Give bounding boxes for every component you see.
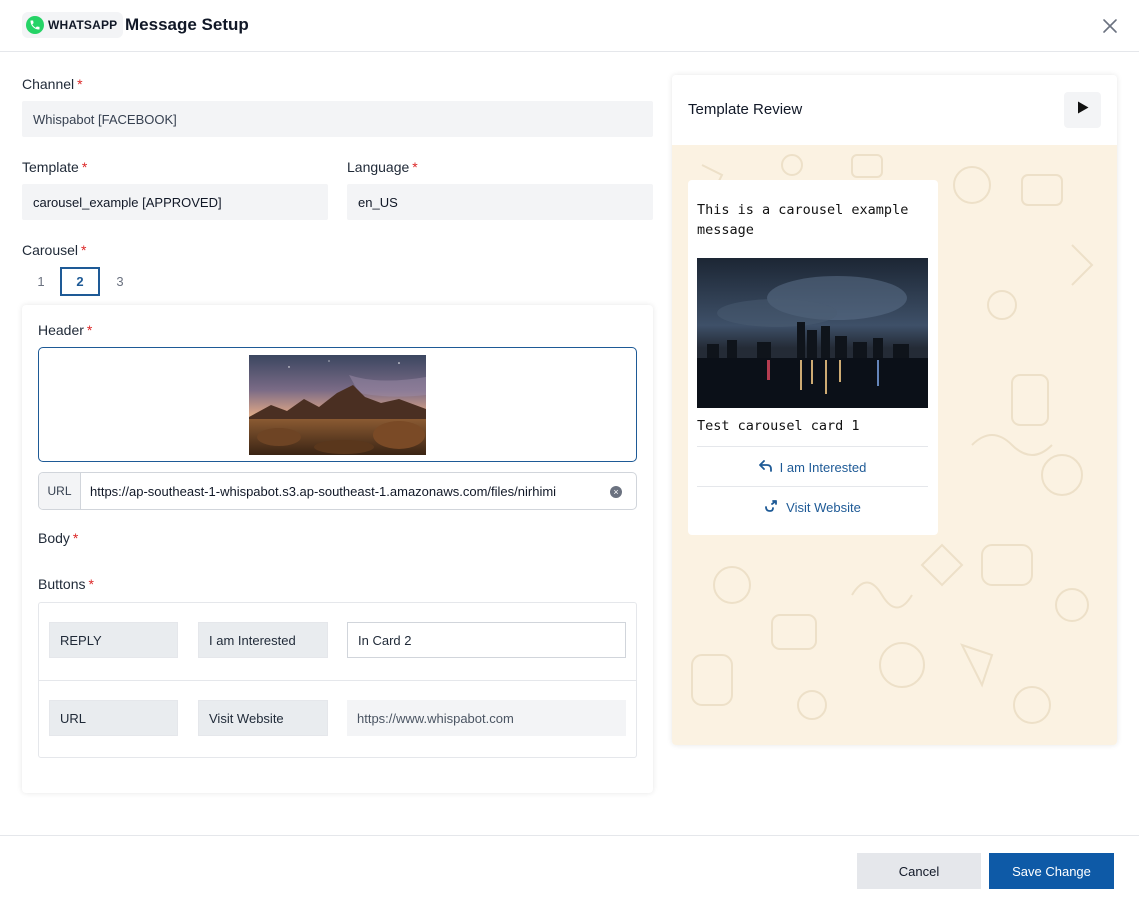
channel-label: Channel * xyxy=(22,76,83,92)
header-url-row: URL https://ap-southeast-1-whispabot.s3.… xyxy=(38,472,637,510)
carousel-tab-3[interactable]: 3 xyxy=(100,267,140,296)
clear-icon[interactable]: × xyxy=(610,486,622,498)
carousel-label: Carousel * xyxy=(22,242,87,258)
divider xyxy=(697,446,928,447)
buttons-label: Buttons * xyxy=(38,576,94,592)
dialog-title: Message Setup xyxy=(125,15,249,34)
preview-card-caption: Test carousel card 1 xyxy=(697,418,860,434)
external-link-icon xyxy=(764,499,778,515)
dialog-header: WHATSAPP Message Setup xyxy=(0,0,1139,52)
close-icon[interactable] xyxy=(1100,16,1120,36)
header-label: Header * xyxy=(38,322,93,338)
template-label: Template * xyxy=(22,159,88,175)
play-button[interactable] xyxy=(1064,92,1101,128)
reply-icon xyxy=(758,459,772,475)
preview-reply-label: I am Interested xyxy=(779,459,867,475)
preview-card-image xyxy=(697,258,928,408)
save-change-button[interactable]: Save Change xyxy=(989,853,1114,889)
carousel-tab-2[interactable]: 2 xyxy=(60,267,100,296)
button-text-field[interactable]: Visit Website xyxy=(198,700,328,736)
template-review-header: Template Review xyxy=(672,75,1117,145)
preview-reply-button[interactable]: I am Interested xyxy=(697,448,928,486)
preview-message-text: This is a carousel example message xyxy=(697,202,909,238)
template-review-title: Template Review xyxy=(688,101,803,118)
dialog-footer: Cancel Save Change xyxy=(0,835,1139,905)
divider xyxy=(39,680,636,681)
whatsapp-badge: WHATSAPP xyxy=(22,12,124,38)
whatsapp-badge-label: WHATSAPP xyxy=(48,18,118,32)
preview-visit-button[interactable]: Visit Website xyxy=(697,488,928,526)
header-url-input[interactable]: https://ap-southeast-1-whispabot.s3.ap-s… xyxy=(81,473,636,509)
divider xyxy=(697,486,928,487)
template-field[interactable]: carousel_example [APPROVED] xyxy=(22,184,328,220)
chat-background: This is a carousel example message Test … xyxy=(672,145,1117,745)
button-type-field[interactable]: URL xyxy=(49,700,178,736)
carousel-tab-1[interactable]: 1 xyxy=(21,267,61,296)
cancel-button[interactable]: Cancel xyxy=(857,853,981,889)
preview-visit-label: Visit Website xyxy=(786,499,861,515)
body-label: Body * xyxy=(38,530,79,546)
button-text-field[interactable]: I am Interested xyxy=(198,622,328,658)
header-image-dropzone[interactable] xyxy=(38,347,637,462)
header-image xyxy=(249,355,426,455)
language-field[interactable]: en_US xyxy=(347,184,653,220)
play-icon xyxy=(1077,101,1089,119)
template-review-panel: Template Review This is a carousel examp… xyxy=(672,75,1117,745)
language-label: Language * xyxy=(347,159,418,175)
button-url-field[interactable]: https://www.whispabot.com xyxy=(347,700,626,736)
button-type-field[interactable]: REPLY xyxy=(49,622,178,658)
url-tag: URL xyxy=(39,473,81,509)
message-bubble: This is a carousel example message Test … xyxy=(688,180,938,535)
whatsapp-icon xyxy=(26,16,44,34)
buttons-list: REPLY I am Interested In Card 2 URL Visi… xyxy=(38,602,637,758)
button-payload-input[interactable]: In Card 2 xyxy=(347,622,626,658)
channel-field[interactable]: Whispabot [FACEBOOK] xyxy=(22,101,653,137)
